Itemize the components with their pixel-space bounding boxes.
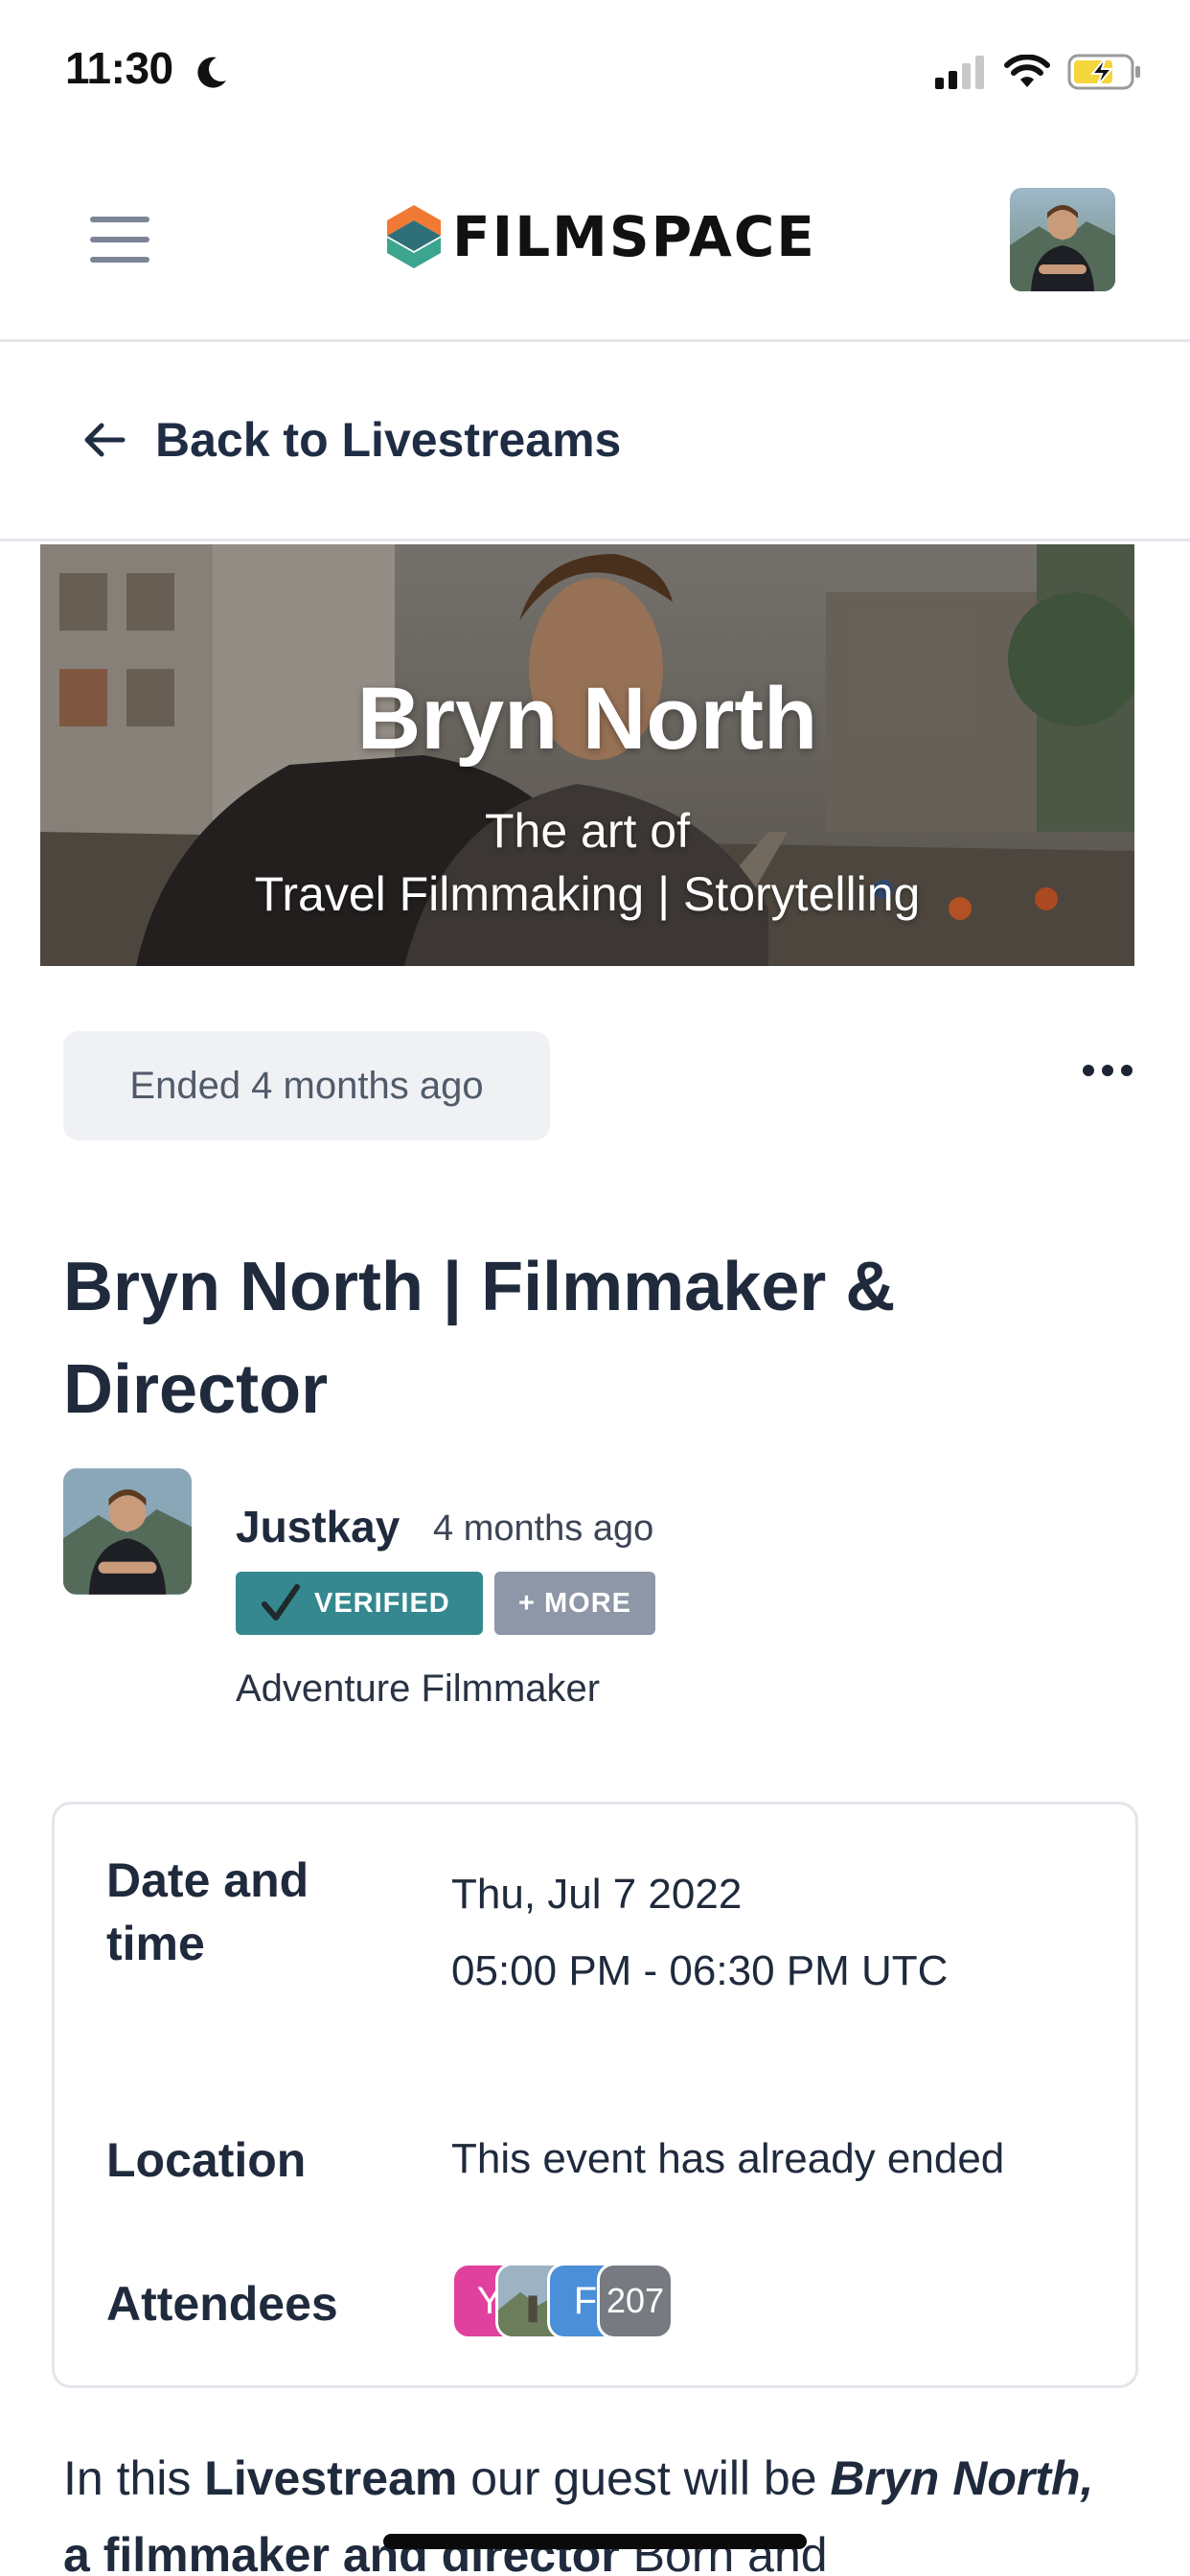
verified-label: VERIFIED <box>314 1587 450 1619</box>
back-label: Back to Livestreams <box>155 413 622 467</box>
filmspace-logo[interactable]: FILMSPACE <box>383 203 816 270</box>
host-posted-time: 4 months ago <box>433 1508 654 1549</box>
host-avatar[interactable] <box>63 1468 192 1595</box>
attendees-more-count[interactable]: 207 <box>597 2263 674 2339</box>
time-value: 05:00 PM - 06:30 PM UTC <box>451 1947 949 1994</box>
verified-badge: VERIFIED <box>236 1572 483 1635</box>
dot-icon <box>1121 1065 1133 1076</box>
host-role: Adventure Filmmaker <box>236 1668 601 1710</box>
date-value: Thu, Jul 7 2022 <box>451 1871 743 1918</box>
dot-icon <box>1083 1065 1094 1076</box>
checkmark-icon <box>262 1584 300 1621</box>
more-options-button[interactable] <box>1083 1056 1140 1085</box>
back-row: Back to Livestreams <box>0 345 1190 541</box>
signal-icon <box>935 56 984 89</box>
app-header: FILMSPACE <box>0 144 1190 342</box>
event-title: Bryn North | Filmmaker & Director <box>63 1249 896 1428</box>
status-time: 11:30 <box>65 43 173 93</box>
wifi-icon <box>1004 55 1050 87</box>
banner-subtitle-line1: The art of <box>485 804 690 858</box>
event-description: In this Livestream our guest will be Bry… <box>63 2451 1094 2576</box>
attendees-list[interactable]: Y F 207 <box>451 2263 691 2339</box>
more-badges-button[interactable]: + MORE <box>494 1572 655 1635</box>
date-time-label: Date and time <box>106 1853 309 1970</box>
host-name[interactable]: Justkay <box>236 1501 400 1552</box>
banner-subtitle-line2: Travel Filmmaking | Storytelling <box>254 867 921 921</box>
filmspace-logo-icon <box>387 205 441 268</box>
arrow-left-icon <box>84 423 126 457</box>
brand-name: FILMSPACE <box>452 204 816 269</box>
hamburger-menu-button[interactable] <box>90 217 149 264</box>
banner-title: Bryn North <box>356 670 818 768</box>
attendees-label: Attendees <box>106 2277 338 2331</box>
status-bar: 11:30 <box>0 0 1190 144</box>
event-status-badge: Ended 4 months ago <box>63 1031 550 1140</box>
home-indicator[interactable] <box>383 2534 807 2549</box>
status-icons <box>935 48 1144 96</box>
location-label: Location <box>106 2133 307 2187</box>
battery-charging-icon <box>1067 54 1140 90</box>
user-avatar[interactable] <box>1010 188 1115 291</box>
event-details-card: Date and time Thu, Jul 7 2022 05:00 PM -… <box>52 1802 1138 2388</box>
back-to-livestreams-link[interactable]: Back to Livestreams <box>82 412 621 468</box>
location-value: This event has already ended <box>451 2135 1005 2182</box>
moon-icon <box>197 57 226 88</box>
event-banner: Bryn North The art of Travel Filmmaking … <box>40 544 1134 966</box>
dot-icon <box>1102 1065 1113 1076</box>
